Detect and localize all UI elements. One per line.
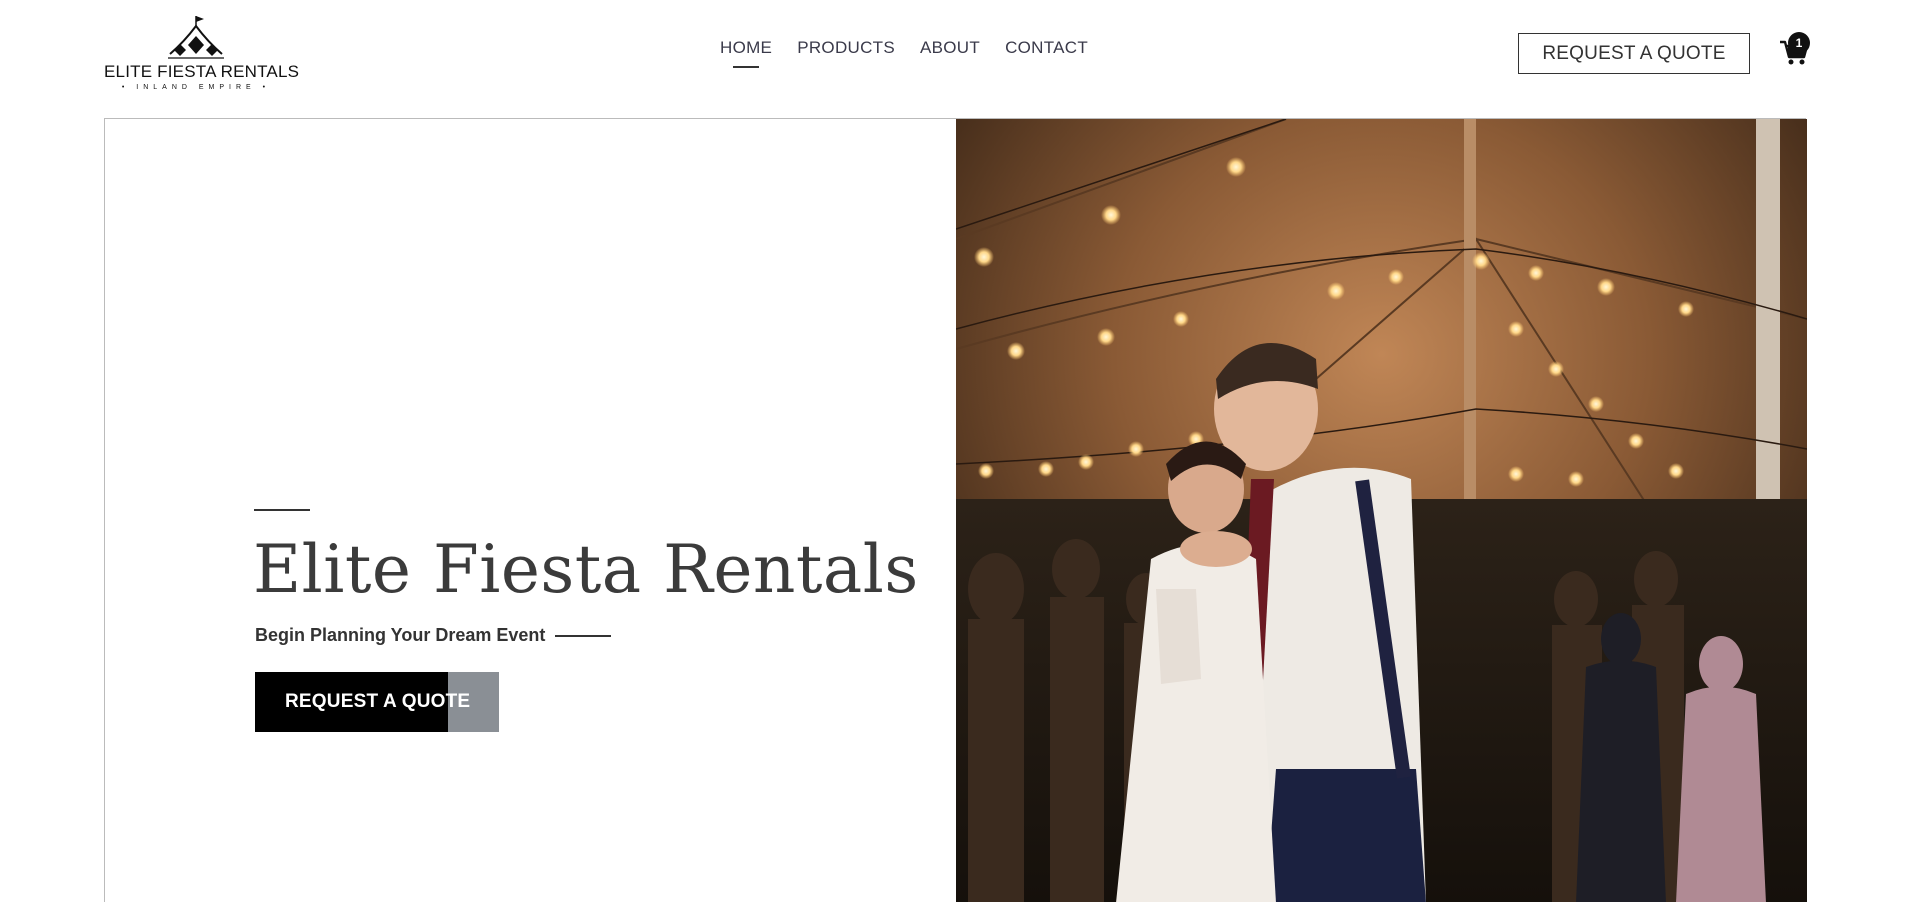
brand-name: ELITE FIESTA RENTALS xyxy=(104,62,300,81)
hero-image xyxy=(956,119,1807,902)
hero-subtitle-text: Begin Planning Your Dream Event xyxy=(255,625,546,645)
hero-text-panel: Elite Fiesta Rentals Begin Planning Your… xyxy=(105,119,956,902)
brand-logo[interactable]: ELITE FIESTA RENTALS • INLAND EMPIRE • xyxy=(104,14,300,94)
nav-item-about[interactable]: ABOUT xyxy=(920,38,980,58)
site-header: ELITE FIESTA RENTALS • INLAND EMPIRE • H… xyxy=(0,0,1905,118)
hero-title: Elite Fiesta Rentals xyxy=(253,531,919,608)
hero-subtitle: Begin Planning Your Dream Event xyxy=(255,625,612,646)
nav-item-contact[interactable]: CONTACT xyxy=(1005,38,1088,58)
nav-item-home[interactable]: HOME xyxy=(720,38,772,58)
request-quote-button-header[interactable]: REQUEST A QUOTE xyxy=(1518,33,1750,74)
wedding-couple-dancing-photo xyxy=(956,119,1807,902)
main-nav: HOME PRODUCTS ABOUT CONTACT xyxy=(720,38,1088,58)
hero-section: Elite Fiesta Rentals Begin Planning Your… xyxy=(104,118,1807,902)
tent-logo-icon xyxy=(168,16,224,59)
nav-item-products[interactable]: PRODUCTS xyxy=(797,38,895,58)
subtitle-dash xyxy=(555,634,612,637)
request-quote-button-hero[interactable]: REQUEST A QUOTE xyxy=(255,672,499,732)
cart-count-badge: 1 xyxy=(1788,32,1810,54)
brand-tagline: • INLAND EMPIRE • xyxy=(121,84,271,91)
accent-divider xyxy=(254,509,310,511)
